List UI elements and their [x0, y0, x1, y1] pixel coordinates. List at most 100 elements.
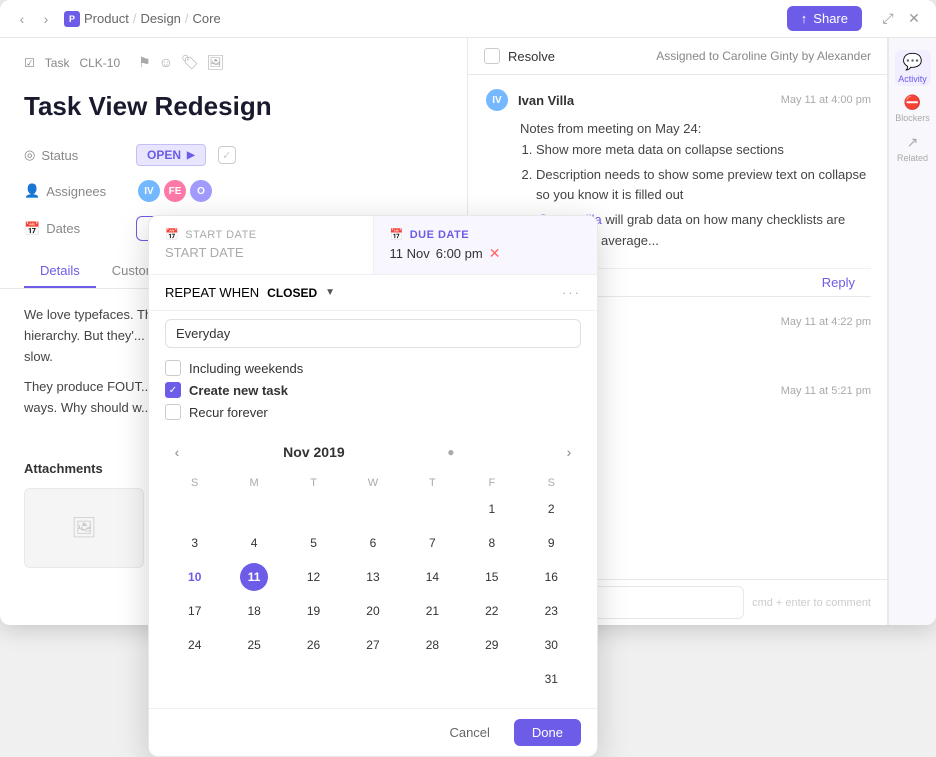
including-weekends-checkbox[interactable] [165, 360, 181, 376]
list-item: Show more meta data on collapse sections [536, 140, 871, 161]
avatar-2[interactable]: FE [162, 178, 188, 204]
blockers-label: Blockers [895, 113, 930, 123]
comment-3-time: May 11 at 5:21 pm [781, 385, 871, 397]
cal-day-12[interactable]: 12 [300, 563, 328, 591]
status-badge[interactable]: OPEN ▶ [136, 144, 206, 166]
cal-day-21[interactable]: 21 [418, 597, 446, 625]
dow-thu: T [403, 474, 462, 492]
dp-due-label: 📅 DUE DATE [390, 228, 582, 241]
breadcrumb-core[interactable]: Core [193, 11, 221, 26]
repeat-condition: CLOSED [267, 286, 317, 300]
cal-day-23[interactable]: 23 [537, 597, 565, 625]
cal-day-17[interactable]: 17 [181, 597, 209, 625]
dp-freq-row: Everyday Weekly Monthly [149, 311, 597, 352]
cal-prev-button[interactable]: ‹ [165, 440, 189, 464]
recur-forever-checkbox[interactable] [165, 404, 181, 420]
repeat-arrow-icon[interactable]: ▼ [325, 287, 335, 298]
sidebar-related[interactable]: ↗ Related [895, 130, 931, 166]
dp-due-section: 📅 DUE DATE 11 Nov 6:00 pm ✕ [374, 216, 598, 274]
attachment-1[interactable]: 🖼 [24, 488, 144, 568]
cal-day-20[interactable]: 20 [359, 597, 387, 625]
activity-icon: 💬 [903, 52, 923, 72]
forward-button[interactable]: › [36, 9, 56, 29]
avatar-1[interactable]: IV [136, 178, 162, 204]
task-id: CLK-10 [79, 56, 120, 70]
cal-day-2[interactable]: 2 [537, 495, 565, 523]
dow-mon: M [224, 474, 283, 492]
avatar-3[interactable]: O [188, 178, 214, 204]
breadcrumb-product[interactable]: Product [84, 11, 129, 26]
create-new-task-label: Create new task [189, 383, 288, 398]
sidebar-blockers[interactable]: ⛔ Blockers [895, 90, 931, 126]
dp-due-value[interactable]: 11 Nov 6:00 pm ✕ [390, 245, 582, 262]
cal-day-5[interactable]: 5 [300, 529, 328, 557]
assignees-row: 👤 Assignees IV FE O [0, 172, 467, 210]
create-new-task-checkbox[interactable]: ✓ [165, 382, 181, 398]
list-item: Description needs to show some preview t… [536, 165, 871, 207]
assignees-label: 👤 Assignees [24, 183, 124, 199]
resolve-label[interactable]: Resolve [508, 49, 555, 64]
cal-day-10[interactable]: 10 [181, 563, 209, 591]
comment-hint: cmd + enter to comment [752, 597, 871, 609]
assignees-icon: 👤 [24, 183, 40, 199]
tab-details[interactable]: Details [24, 255, 96, 288]
cal-day-empty [418, 495, 446, 523]
repeat-more-icon[interactable]: ··· [562, 285, 581, 300]
dp-start-section: 📅 START DATE START DATE [149, 216, 374, 274]
dp-clear-due[interactable]: ✕ [489, 245, 501, 262]
option-including-weekends[interactable]: Including weekends [165, 360, 581, 376]
cal-day-empty [240, 495, 268, 523]
frequency-select[interactable]: Everyday Weekly Monthly [165, 319, 581, 348]
cal-day-13[interactable]: 13 [359, 563, 387, 591]
dates-icon: 📅 [24, 221, 40, 237]
image-icon[interactable]: 🖼 [207, 54, 225, 71]
nav-buttons: ‹ › [12, 9, 56, 29]
cal-day-9[interactable]: 9 [537, 529, 565, 557]
cal-day-18[interactable]: 18 [240, 597, 268, 625]
resize-button[interactable]: ⤢ [878, 9, 898, 29]
assigned-text: Assigned to Caroline Ginty by Alexander [656, 49, 871, 63]
comment-1-time: May 11 at 4:00 pm [781, 94, 871, 106]
cal-day-7[interactable]: 7 [418, 529, 446, 557]
cal-today-button[interactable]: ● [439, 440, 463, 464]
cal-day-3[interactable]: 3 [181, 529, 209, 557]
meta-icons: ⚑ ☺ 🏷 🖼 [138, 54, 224, 71]
flag-icon[interactable]: ⚑ [138, 54, 151, 71]
back-button[interactable]: ‹ [12, 9, 32, 29]
option-recur-forever[interactable]: Recur forever [165, 404, 581, 420]
cal-month-label: Nov 2019 [283, 444, 344, 460]
dp-cal-table: S M T W T F S 12345678910111213141516171… [165, 474, 581, 625]
option-create-new-task[interactable]: ✓ Create new task [165, 382, 581, 398]
breadcrumb-design[interactable]: Design [140, 11, 180, 26]
cal-day-14[interactable]: 14 [418, 563, 446, 591]
cal-day-8[interactable]: 8 [478, 529, 506, 557]
cal-day-16[interactable]: 16 [537, 563, 565, 591]
tag-icon[interactable]: 🏷 [181, 54, 199, 71]
cal-day-4[interactable]: 4 [240, 529, 268, 557]
resolve-checkbox[interactable] [484, 48, 500, 64]
cal-day-6[interactable]: 6 [359, 529, 387, 557]
comment-1-user: Ivan Villa [518, 93, 574, 108]
activity-label: Activity [898, 74, 927, 84]
cal-day-15[interactable]: 15 [478, 563, 506, 591]
share-button[interactable]: ↑ Share [787, 6, 862, 31]
dp-top: 📅 START DATE START DATE 📅 DUE DATE 11 No… [149, 216, 597, 275]
emoji-icon[interactable]: ☺ [159, 54, 173, 71]
cal-next-button[interactable]: › [557, 440, 581, 464]
breadcrumb: P Product / Design / Core [64, 11, 221, 27]
dp-start-value[interactable]: START DATE [165, 245, 357, 260]
task-type-icon: ☑ [24, 56, 35, 70]
task-header: ☑ Task CLK-10 ⚑ ☺ 🏷 🖼 [0, 38, 467, 91]
reply-button[interactable]: Reply [822, 275, 855, 290]
close-button[interactable]: ✕ [904, 9, 924, 29]
related-icon: ↗ [907, 134, 919, 151]
status-label: ◎ Status [24, 147, 124, 163]
cal-day-22[interactable]: 22 [478, 597, 506, 625]
cal-day-empty [181, 495, 209, 523]
cal-day-19[interactable]: 19 [300, 597, 328, 625]
cal-day-1[interactable]: 1 [478, 495, 506, 523]
sidebar-activity[interactable]: 💬 Activity [895, 50, 931, 86]
status-check[interactable]: ✓ [218, 146, 236, 164]
cal-day-empty [359, 495, 387, 523]
cal-day-11[interactable]: 11 [240, 563, 268, 591]
